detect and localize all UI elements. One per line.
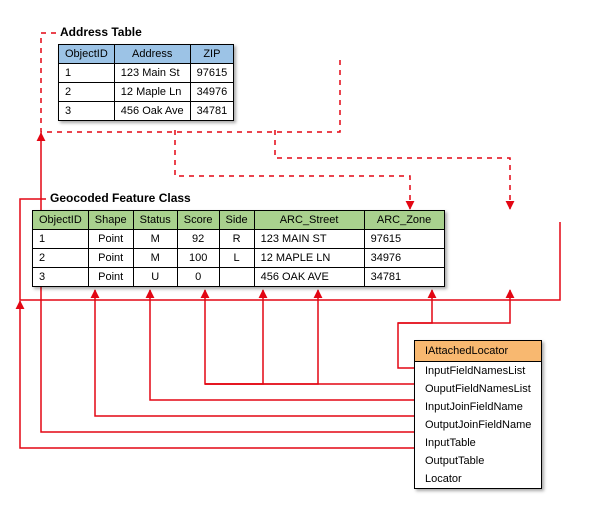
cell-street: 456 OAK AVE xyxy=(254,268,364,287)
iattachedlocator-box: IAttachedLocator InputFieldNamesList Oup… xyxy=(414,340,542,489)
cell-objectid: 3 xyxy=(59,102,115,121)
col-header: ARC_Street xyxy=(254,211,364,230)
address-table-title: Address Table xyxy=(58,25,144,39)
cell-status: U xyxy=(133,268,177,287)
cell-side: L xyxy=(219,249,254,268)
locator-prop: OutputJoinFieldName xyxy=(415,416,542,434)
cell-objectid: 2 xyxy=(59,83,115,102)
locator-prop: Locator xyxy=(415,470,542,489)
cell-zip: 34976 xyxy=(190,83,234,102)
cell-zip: 34781 xyxy=(190,102,234,121)
address-table: ObjectID Address ZIP 1 123 Main St 97615… xyxy=(58,44,234,121)
col-header: ObjectID xyxy=(59,45,115,64)
locator-prop: OutputTable xyxy=(415,452,542,470)
cell-shape: Point xyxy=(88,230,133,249)
cell-score: 92 xyxy=(177,230,219,249)
cell-zone: 34976 xyxy=(364,249,444,268)
cell-address: 456 Oak Ave xyxy=(114,102,190,121)
cell-side: R xyxy=(219,230,254,249)
cell-score: 0 xyxy=(177,268,219,287)
cell-address: 123 Main St xyxy=(114,64,190,83)
col-header: ObjectID xyxy=(33,211,89,230)
col-header: Shape xyxy=(88,211,133,230)
cell-zone: 97615 xyxy=(364,230,444,249)
col-header: Address xyxy=(114,45,190,64)
cell-objectid: 3 xyxy=(33,268,89,287)
cell-status: M xyxy=(133,230,177,249)
table-row: 3 456 Oak Ave 34781 xyxy=(59,102,234,121)
cell-status: M xyxy=(133,249,177,268)
locator-prop: InputTable xyxy=(415,434,542,452)
col-header: Score xyxy=(177,211,219,230)
cell-score: 100 xyxy=(177,249,219,268)
locator-prop: OuputFieldNamesList xyxy=(415,380,542,398)
cell-objectid: 1 xyxy=(59,64,115,83)
col-header: ARC_Zone xyxy=(364,211,444,230)
locator-title: IAttachedLocator xyxy=(415,341,542,362)
table-row: 1 123 Main St 97615 xyxy=(59,64,234,83)
geocoded-feature-class-table: ObjectID Shape Status Score Side ARC_Str… xyxy=(32,210,445,287)
table-row: 1 Point M 92 R 123 MAIN ST 97615 xyxy=(33,230,445,249)
cell-address: 12 Maple Ln xyxy=(114,83,190,102)
cell-zone: 34781 xyxy=(364,268,444,287)
locator-prop: InputFieldNamesList xyxy=(415,362,542,381)
col-header: ZIP xyxy=(190,45,234,64)
col-header: Status xyxy=(133,211,177,230)
col-header: Side xyxy=(219,211,254,230)
cell-objectid: 2 xyxy=(33,249,89,268)
cell-shape: Point xyxy=(88,249,133,268)
cell-shape: Point xyxy=(88,268,133,287)
cell-street: 12 MAPLE LN xyxy=(254,249,364,268)
cell-objectid: 1 xyxy=(33,230,89,249)
table-row: 2 12 Maple Ln 34976 xyxy=(59,83,234,102)
locator-prop: InputJoinFieldName xyxy=(415,398,542,416)
cell-zip: 97615 xyxy=(190,64,234,83)
geocoded-table-title: Geocoded Feature Class xyxy=(48,191,193,205)
cell-street: 123 MAIN ST xyxy=(254,230,364,249)
table-row: 2 Point M 100 L 12 MAPLE LN 34976 xyxy=(33,249,445,268)
cell-side xyxy=(219,268,254,287)
table-row: 3 Point U 0 456 OAK AVE 34781 xyxy=(33,268,445,287)
